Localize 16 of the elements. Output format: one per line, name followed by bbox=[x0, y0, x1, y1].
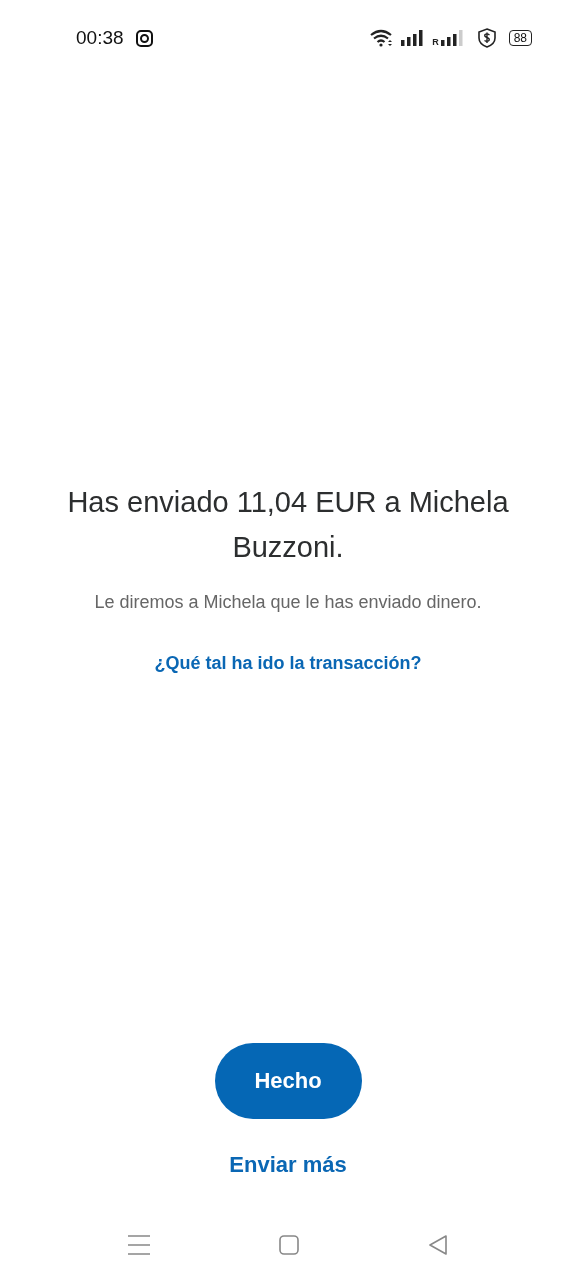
confirmation-message: Le diremos a Michela que le has enviado dinero. bbox=[94, 592, 482, 613]
roaming-label: R bbox=[432, 37, 439, 47]
home-icon[interactable] bbox=[279, 1235, 299, 1255]
feedback-link[interactable]: ¿Qué tal ha ido la transacción? bbox=[154, 653, 422, 674]
confirmation-title: Has enviado 11,04 EUR a Michela Buzzoni. bbox=[66, 485, 510, 565]
wifi-icon bbox=[370, 29, 395, 47]
camera-icon bbox=[135, 29, 153, 47]
shield-dollar-icon bbox=[477, 28, 496, 48]
back-icon[interactable] bbox=[428, 1235, 448, 1255]
send-more-link[interactable]: Enviar más bbox=[229, 1150, 347, 1180]
battery-indicator: 88 bbox=[508, 30, 532, 46]
done-button[interactable]: Hecho bbox=[214, 1043, 362, 1119]
signal-icon bbox=[401, 30, 426, 46]
clock-time: 00:38 bbox=[76, 27, 124, 49]
signal-icon bbox=[440, 30, 465, 46]
menu-icon[interactable] bbox=[128, 1235, 150, 1255]
